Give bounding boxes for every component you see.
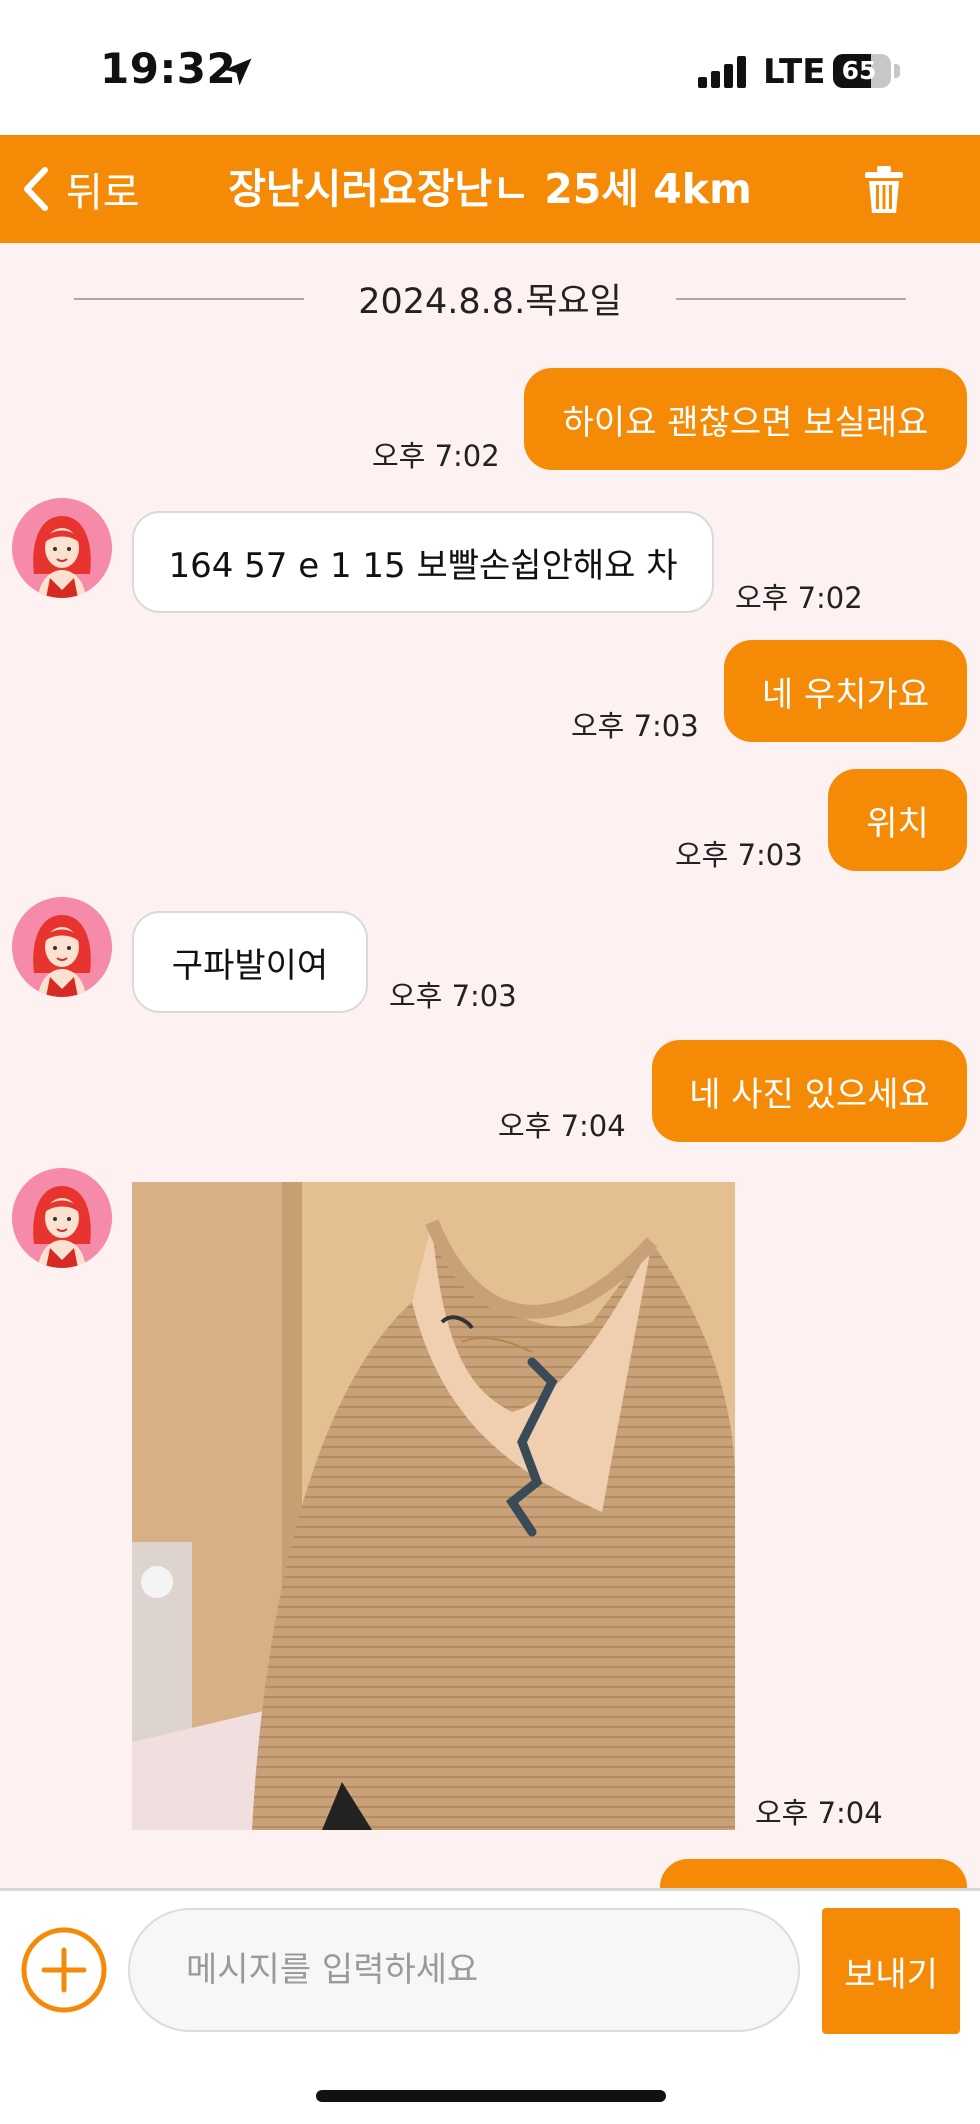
divider-line bbox=[676, 298, 906, 300]
outgoing-message-partial[interactable] bbox=[660, 1859, 967, 1888]
message-time: 오후 7:03 bbox=[571, 709, 699, 743]
avatar[interactable] bbox=[12, 1168, 112, 1268]
outgoing-message[interactable]: 위치 bbox=[828, 769, 967, 871]
message-input[interactable] bbox=[128, 1908, 800, 2032]
battery-icon: 65 bbox=[833, 54, 891, 88]
incoming-message[interactable]: 구파발이여 bbox=[132, 911, 368, 1013]
location-arrow-icon bbox=[224, 58, 252, 86]
message-time: 오후 7:04 bbox=[498, 1109, 626, 1143]
message-time: 오후 7:02 bbox=[735, 581, 863, 615]
home-indicator bbox=[316, 2090, 666, 2102]
outgoing-message[interactable]: 네 우치가요 bbox=[724, 640, 967, 742]
chat-area[interactable]: 2024.8.8.목요일 하이요 괜찮으면 보실래요 오후 7:02 164 5… bbox=[0, 243, 980, 1888]
outgoing-message[interactable]: 하이요 괜찮으면 보실래요 bbox=[524, 368, 967, 470]
back-button[interactable]: 뒤로 bbox=[18, 135, 140, 243]
avatar-illustration bbox=[12, 1168, 112, 1268]
chat-header: 뒤로 장난시러요장난ㄴ 25세 4km bbox=[0, 135, 980, 243]
outgoing-message[interactable]: 네 사진 있으세요 bbox=[652, 1040, 967, 1142]
message-time: 오후 7:03 bbox=[389, 979, 517, 1013]
trash-icon[interactable] bbox=[862, 165, 906, 215]
message-time: 오후 7:02 bbox=[372, 439, 500, 473]
image-message[interactable] bbox=[132, 1182, 735, 1830]
date-divider: 2024.8.8.목요일 bbox=[0, 243, 980, 355]
avatar-illustration bbox=[12, 498, 112, 598]
photo-content bbox=[132, 1182, 735, 1830]
plus-circle-icon[interactable] bbox=[20, 1926, 108, 2014]
battery-tip bbox=[894, 64, 900, 78]
status-time: 19:32 bbox=[100, 44, 237, 93]
battery-level: 65 bbox=[841, 56, 877, 85]
back-label: 뒤로 bbox=[66, 170, 140, 216]
chevron-left-icon bbox=[24, 167, 48, 211]
chat-title: 장난시러요장난ㄴ 25세 4km bbox=[228, 165, 752, 213]
avatar[interactable] bbox=[12, 498, 112, 598]
send-button[interactable]: 보내기 bbox=[822, 1908, 960, 2034]
message-time: 오후 7:03 bbox=[675, 838, 803, 872]
network-label: LTE bbox=[763, 52, 826, 92]
avatar-illustration bbox=[12, 897, 112, 997]
status-bar: 19:32 LTE 65 bbox=[0, 0, 980, 135]
signal-icon bbox=[698, 56, 748, 88]
avatar[interactable] bbox=[12, 897, 112, 997]
input-bar: 보내기 bbox=[0, 1888, 980, 2124]
message-time: 오후 7:04 bbox=[755, 1796, 883, 1830]
incoming-message[interactable]: 164 57 e 1 15 보빨손쉽안해요 차 bbox=[132, 511, 714, 613]
